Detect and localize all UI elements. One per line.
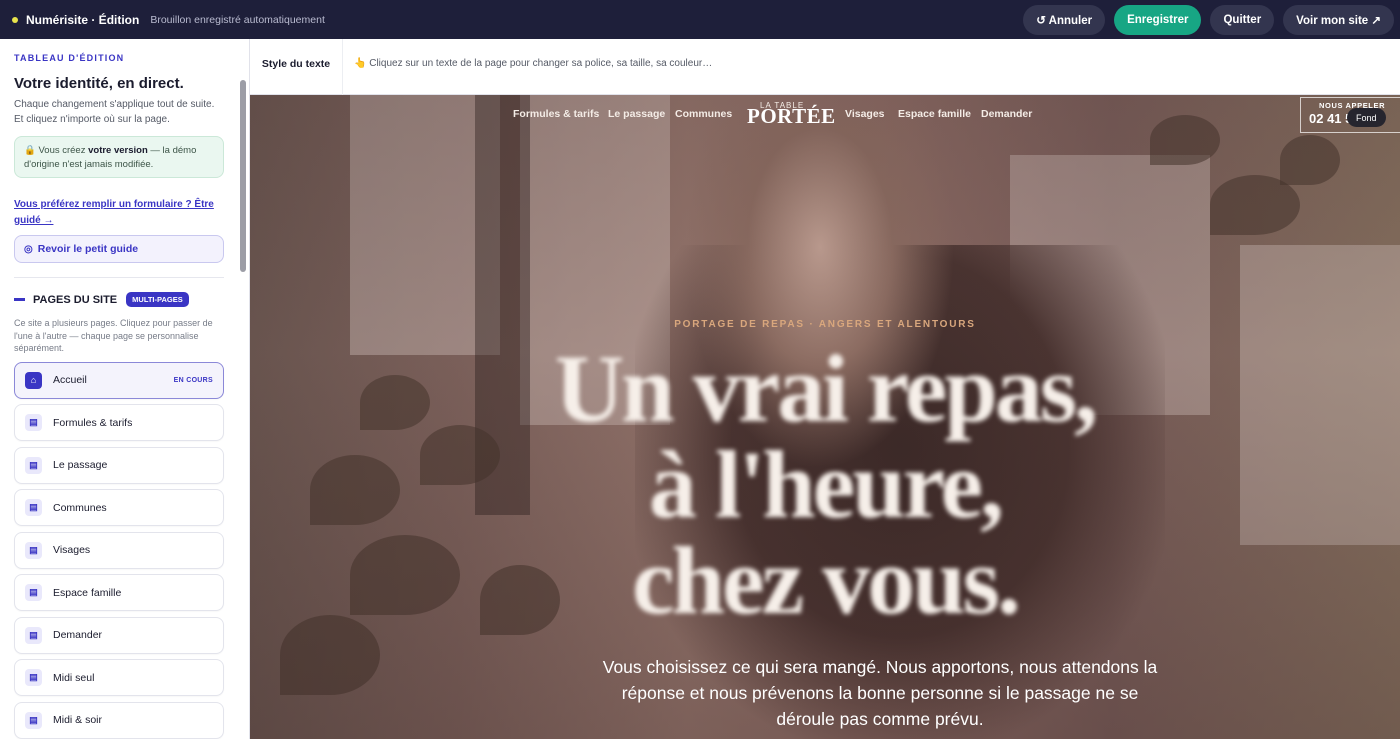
edit-sidebar: TABLEAU D'ÉDITION Votre identité, en dir… — [0, 39, 250, 739]
page-label: Midi & soir — [53, 714, 103, 726]
guide-button-label: Revoir le petit guide — [37, 243, 139, 255]
page-label: Formules & tarifs — [53, 416, 133, 429]
page-item-passage[interactable]: ▤ Le passage — [14, 446, 224, 484]
page-icon: ▤ — [25, 541, 42, 559]
status-dot-icon — [12, 16, 18, 23]
text-style-toolbar: Style du texte 👆 Cliquez sur un texte de… — [250, 39, 1400, 95]
divider — [14, 277, 224, 278]
sidebar-scrollbar[interactable] — [240, 80, 246, 272]
site-nav: Formules & tarifs Le passage Communes LA… — [250, 97, 1400, 133]
page-label: Visages — [53, 544, 91, 556]
page-icon: ▤ — [25, 499, 42, 516]
toolbar-hint: 👆 Cliquez sur un texte de la page pour c… — [354, 58, 713, 69]
page-icon: ▤ — [25, 711, 42, 729]
headline-line: Un vrai repas, — [554, 335, 1098, 442]
nav-link-demander[interactable]: Demander — [981, 108, 1032, 120]
page-icon: ▤ — [25, 414, 42, 431]
headline-line: à l'heure, — [648, 431, 1004, 538]
guide-button[interactable]: ◎ Revoir le petit guide — [14, 235, 224, 263]
page-icon: ▤ — [25, 584, 42, 601]
page-item-midi-seul[interactable]: ▤ Midi seul — [14, 659, 224, 696]
page-item-accueil[interactable]: ⌂ Accueil EN COURS — [14, 361, 224, 399]
section-bar — [14, 298, 25, 301]
page-item-visages[interactable]: ▤ Visages — [14, 531, 224, 569]
note-prefix: 🔒 Vous créez — [24, 145, 89, 156]
form-link[interactable]: Vous préférez remplir un formulaire ? Êt… — [14, 197, 224, 229]
page-label: Le passage — [53, 459, 108, 471]
nav-link-passage[interactable]: Le passage — [608, 108, 665, 120]
page-item-midi-soir[interactable]: ▤ Midi & soir — [14, 701, 224, 739]
page-item-formules[interactable]: ▤ Formules & tarifs — [14, 404, 224, 441]
save-button[interactable]: Enregistrer — [1114, 4, 1202, 35]
page-label: Demander — [53, 629, 103, 641]
page-icon: ▤ — [25, 626, 42, 644]
multipages-badge: MULTI-PAGES — [126, 292, 189, 307]
site-preview[interactable]: Formules & tarifs Le passage Communes LA… — [250, 95, 1400, 739]
hero-lede[interactable]: Vous choisissez ce qui sera mangé. Nous … — [595, 654, 1165, 732]
top-bar: Numérisite · Édition Brouillon enregistr… — [0, 0, 1400, 39]
page-item-communes[interactable]: ▤ Communes — [14, 489, 224, 526]
quit-button[interactable]: Quitter — [1210, 4, 1275, 35]
sidebar-title: Votre identité, en direct. — [14, 75, 184, 92]
current-badge: EN COURS — [173, 376, 213, 384]
page-icon: ▤ — [25, 669, 42, 686]
hero-headline[interactable]: Un vrai repas, à l'heure, chez vous. — [250, 341, 1400, 629]
page-icon: ▤ — [25, 456, 42, 474]
headline-line: chez vous. — [632, 527, 1021, 634]
target-icon: ◎ — [24, 243, 33, 255]
home-icon: ⌂ — [25, 371, 42, 389]
background-edit-chip[interactable]: Fond — [1347, 108, 1386, 127]
page-label: Accueil — [53, 374, 87, 386]
page-item-demander[interactable]: ▤ Demander — [14, 616, 224, 654]
autosave-status: Brouillon enregistré automatiquement — [150, 13, 325, 26]
page-label: Communes — [53, 501, 107, 514]
pages-title: PAGES DU SITE — [33, 293, 118, 306]
call-number: 02 41 5 — [1309, 111, 1353, 126]
nav-link-espace-famille[interactable]: Espace famille — [898, 108, 971, 120]
nav-link-visages[interactable]: Visages — [845, 108, 885, 120]
sidebar-description: Chaque changement s'applique tout de sui… — [14, 99, 215, 125]
page-label: Espace famille — [53, 586, 122, 599]
hero-kicker[interactable]: PORTAGE DE REPAS · ANGERS ET ALENTOURS — [250, 319, 1400, 330]
nav-link-communes[interactable]: Communes — [675, 108, 732, 120]
version-note: 🔒 Vous créez votre version — la démo d'o… — [14, 136, 224, 178]
pages-description: Ce site a plusieurs pages. Cliquez pour … — [14, 318, 213, 353]
undo-button[interactable]: ↺ Annuler — [1023, 4, 1106, 35]
pages-section-header: PAGES DU SITE MULTI-PAGES — [14, 292, 224, 307]
tab-text-style[interactable]: Style du texte — [250, 39, 343, 95]
note-bold: votre version — [88, 145, 148, 156]
sidebar-eyebrow: TABLEAU D'ÉDITION — [14, 53, 125, 63]
page-item-espace-famille[interactable]: ▤ Espace famille — [14, 574, 224, 611]
top-actions: ↺ Annuler Enregistrer Quitter Voir mon s… — [1023, 0, 1394, 39]
site-logo[interactable]: PORTÉE — [747, 104, 836, 129]
pages-list: ⌂ Accueil EN COURS ▤ Formules & tarifs ▤… — [14, 361, 224, 739]
nav-link-formules[interactable]: Formules & tarifs — [513, 108, 599, 120]
view-site-button[interactable]: Voir mon site ↗ — [1283, 4, 1394, 35]
app-title: Numérisite · Édition — [26, 12, 140, 27]
page-label: Midi seul — [53, 671, 95, 684]
